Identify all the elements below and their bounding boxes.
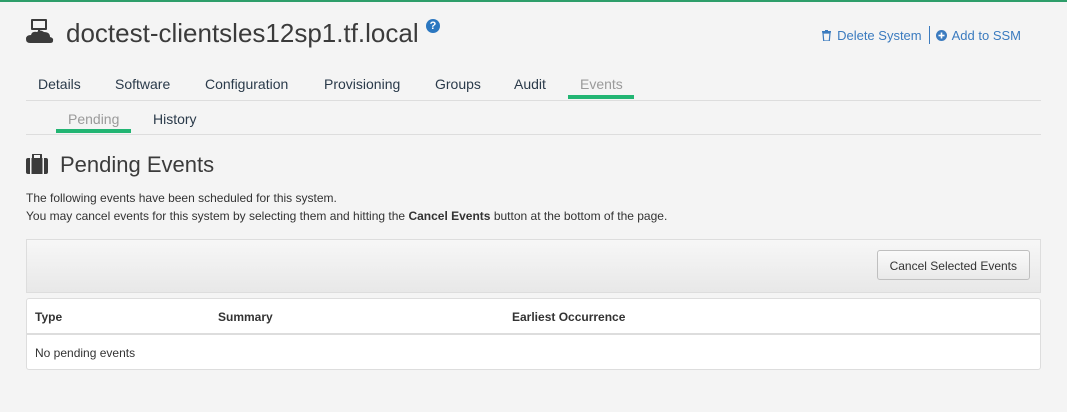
subtab-pending[interactable]: Pending bbox=[68, 111, 119, 127]
page-header: doctest-clientsles12sp1.tf.local ? Delet… bbox=[26, 16, 1041, 56]
column-header-type[interactable]: Type bbox=[35, 310, 62, 324]
pending-events-table: Type Summary Earliest Occurrence No pend… bbox=[26, 298, 1041, 370]
table-header: Type Summary Earliest Occurrence bbox=[27, 299, 1040, 335]
tab-audit[interactable]: Audit bbox=[514, 76, 546, 92]
sub-tabs: Pending History bbox=[26, 102, 1041, 135]
description-text: You may cancel events for this system by… bbox=[26, 209, 409, 223]
divider bbox=[928, 26, 930, 44]
section-description: The following events have been scheduled… bbox=[26, 189, 667, 225]
description-line-1: The following events have been scheduled… bbox=[26, 191, 337, 205]
add-to-ssm-link[interactable]: Add to SSM bbox=[935, 27, 1021, 43]
active-tab-indicator bbox=[568, 95, 634, 99]
page-title: doctest-clientsles12sp1.tf.local bbox=[66, 18, 419, 48]
description-bold-text: Cancel Events bbox=[408, 209, 491, 223]
delete-system-link[interactable]: Delete System bbox=[821, 28, 922, 43]
system-icon bbox=[26, 19, 54, 43]
section-title: Pending Events bbox=[60, 152, 215, 177]
tab-software[interactable]: Software bbox=[115, 76, 170, 92]
column-header-summary[interactable]: Summary bbox=[218, 310, 273, 324]
tab-details[interactable]: Details bbox=[38, 76, 81, 92]
delete-system-label: Delete System bbox=[837, 27, 922, 43]
column-header-earliest-occurrence[interactable]: Earliest Occurrence bbox=[512, 310, 625, 324]
tab-groups[interactable]: Groups bbox=[435, 76, 481, 92]
description-line-2: You may cancel events for this system by… bbox=[26, 207, 667, 225]
help-icon[interactable]: ? bbox=[426, 19, 440, 33]
plus-circle-icon bbox=[935, 29, 947, 41]
tab-provisioning[interactable]: Provisioning bbox=[324, 76, 400, 92]
main-tabs: Details Software Configuration Provision… bbox=[26, 68, 1041, 101]
add-to-ssm-label: Add to SSM bbox=[951, 27, 1021, 43]
cancel-selected-events-button[interactable]: Cancel Selected Events bbox=[876, 250, 1030, 280]
empty-table-message: No pending events bbox=[35, 346, 136, 360]
action-toolbar: Cancel Selected Events bbox=[26, 239, 1041, 293]
trash-icon bbox=[822, 29, 832, 41]
tab-configuration[interactable]: Configuration bbox=[205, 76, 288, 92]
briefcase-icon bbox=[26, 154, 48, 174]
header-actions: Delete System Add to SSM bbox=[821, 26, 1021, 44]
active-subtab-indicator bbox=[56, 129, 131, 133]
tab-events[interactable]: Events bbox=[580, 76, 623, 92]
subtab-history[interactable]: History bbox=[153, 111, 197, 127]
description-text-end: button at the bottom of the page. bbox=[490, 209, 668, 223]
